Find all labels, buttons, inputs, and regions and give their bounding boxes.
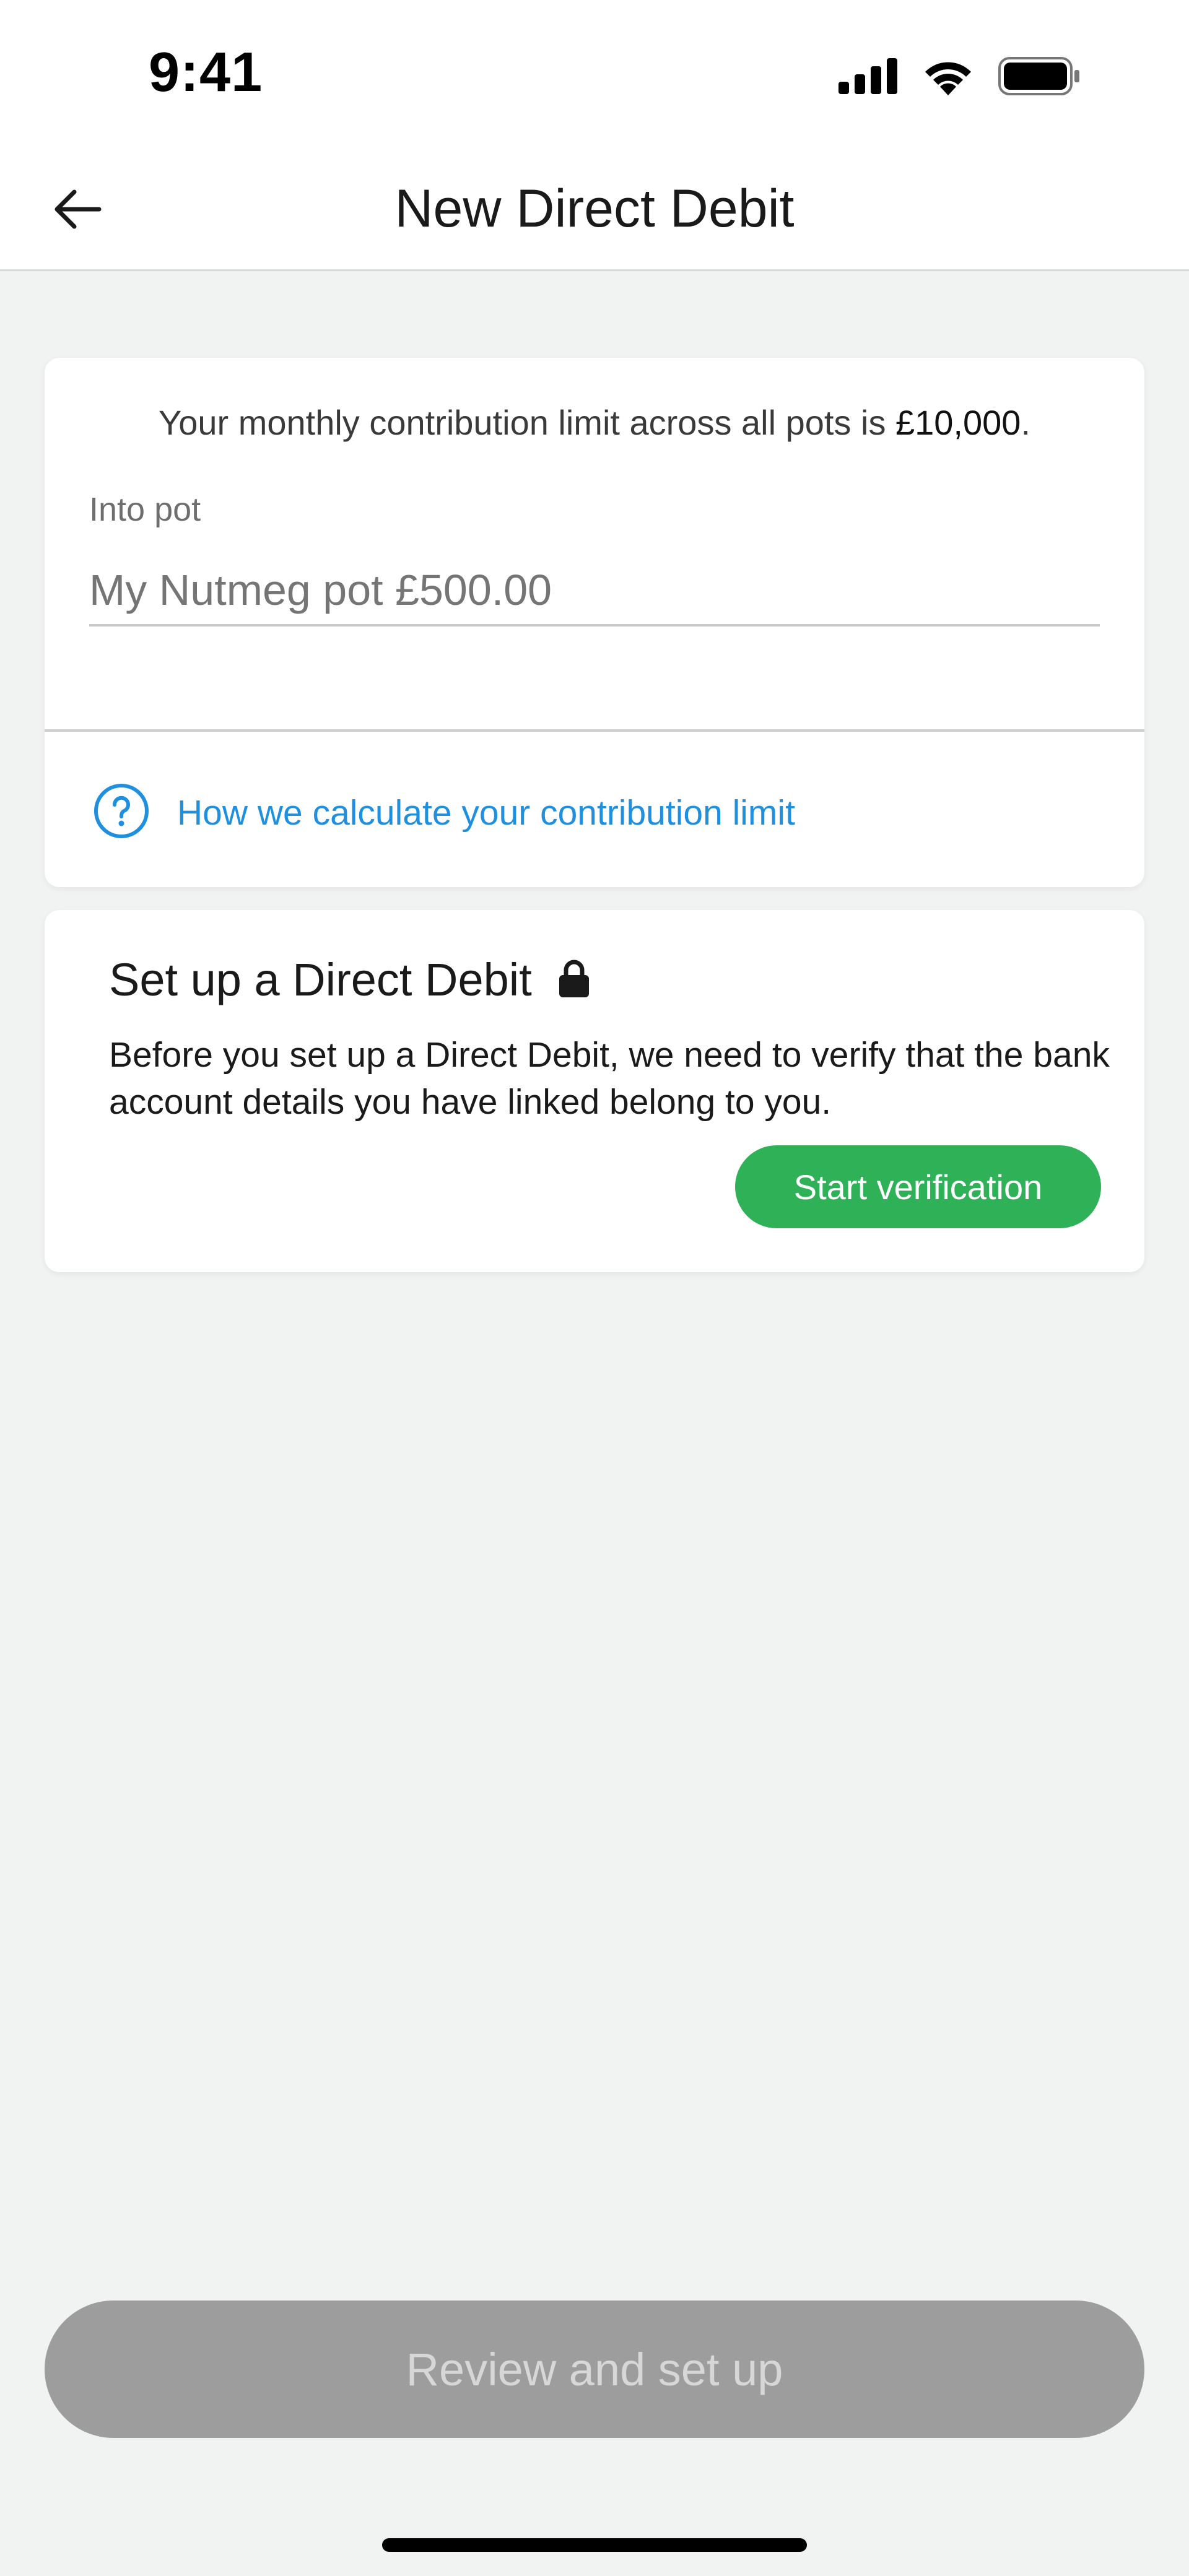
lock-icon — [558, 958, 590, 1001]
battery-icon — [998, 57, 1080, 98]
limit-text-prefix: Your monthly contribution limit across a… — [159, 403, 895, 442]
direct-debit-title: Set up a Direct Debit — [109, 954, 532, 1005]
limit-text-suffix: . — [1021, 403, 1030, 442]
contribution-limit-text: Your monthly contribution limit across a… — [45, 402, 1144, 443]
contribution-limit-card: Your monthly contribution limit across a… — [45, 358, 1144, 887]
question-circle-icon — [93, 783, 150, 843]
help-link-label: How we calculate your contribution limit — [177, 792, 795, 833]
status-icons — [838, 57, 1080, 98]
direct-debit-description: Before you set up a Direct Debit, we nee… — [109, 1035, 1110, 1122]
into-pot-label: Into pot — [89, 491, 201, 528]
cellular-signal-icon — [838, 58, 898, 97]
limit-amount: £10,000 — [895, 403, 1021, 442]
status-time: 9:41 — [149, 41, 263, 103]
page-title: New Direct Debit — [394, 179, 795, 238]
card-divider — [45, 729, 1144, 732]
status-bar: 9:41 — [0, 0, 1189, 141]
navigation-bar: New Direct Debit — [0, 141, 1189, 271]
start-verification-button[interactable]: Start verification — [735, 1145, 1101, 1228]
review-and-set-up-button[interactable]: Review and set up — [45, 2301, 1144, 2438]
wifi-icon — [921, 57, 975, 98]
pot-select-input[interactable] — [89, 556, 1100, 627]
direct-debit-title-row: Set up a Direct Debit — [109, 953, 590, 1006]
home-indicator — [382, 2538, 807, 2552]
contribution-limit-help-link[interactable]: How we calculate your contribution limit — [93, 783, 795, 843]
direct-debit-card: Set up a Direct Debit Before you set up … — [45, 910, 1144, 1272]
